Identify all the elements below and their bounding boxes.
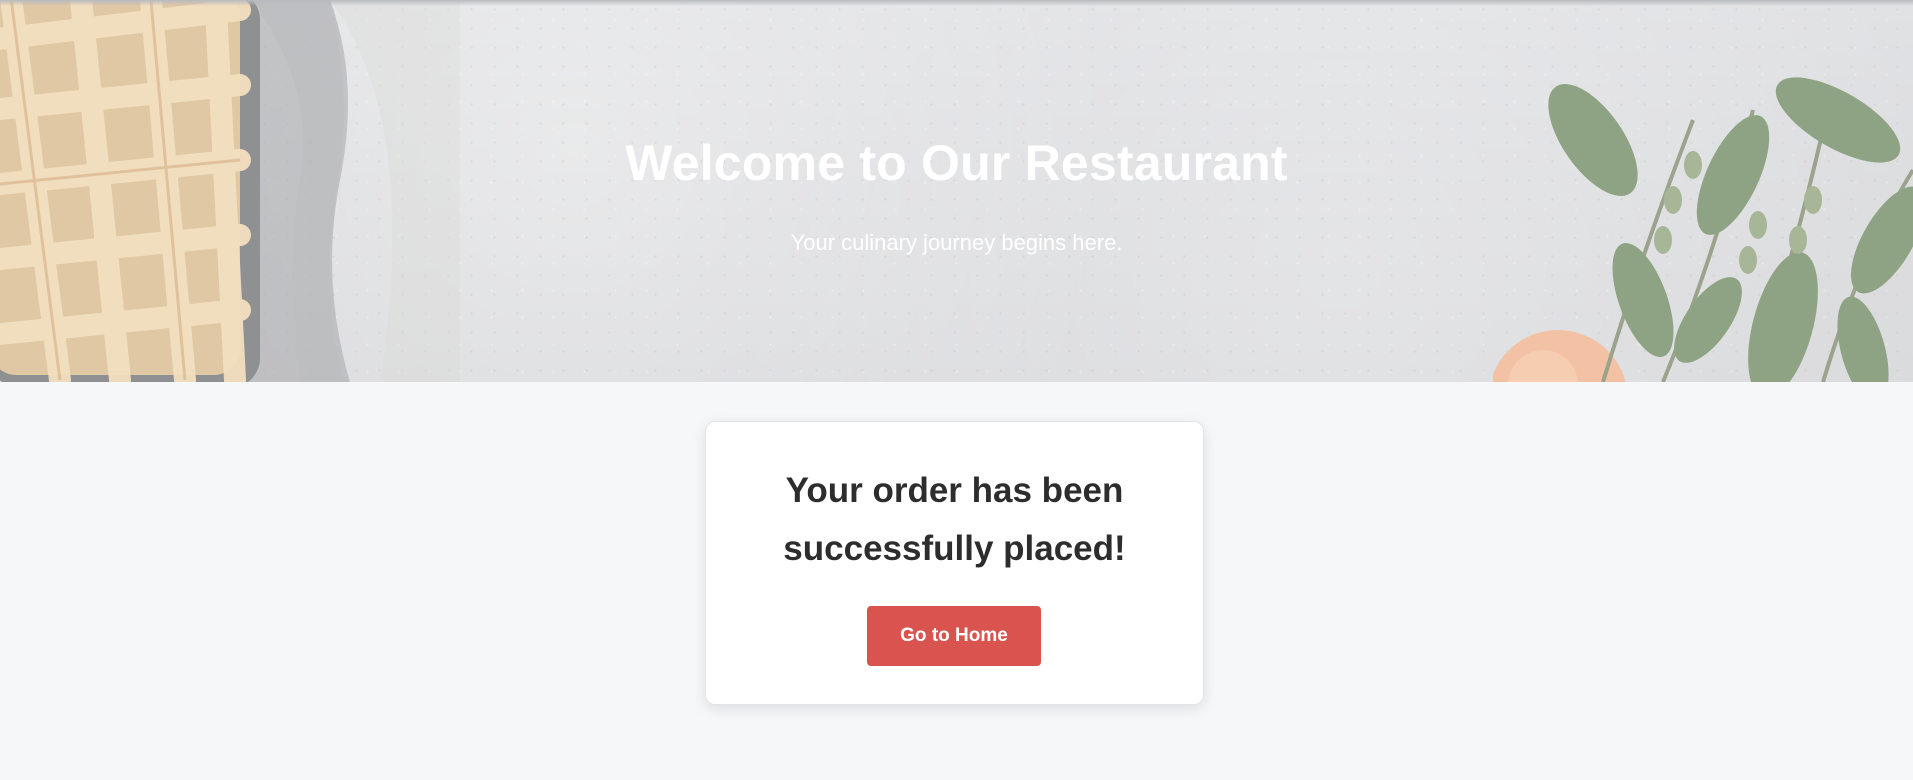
go-to-home-button[interactable]: Go to Home [867,606,1041,666]
hero-subtitle: Your culinary journey begins here. [790,230,1123,255]
order-confirmation-page: Welcome to Our Restaurant Your culinary … [0,0,1913,780]
top-shadow [0,0,1913,6]
hero-banner: Welcome to Our Restaurant Your culinary … [0,0,1913,382]
order-success-message: Your order has been successfully placed! [783,471,1126,568]
order-confirmation-card: Your order has been successfully placed!… [705,421,1204,705]
hero-title: Welcome to Our Restaurant [625,135,1288,191]
